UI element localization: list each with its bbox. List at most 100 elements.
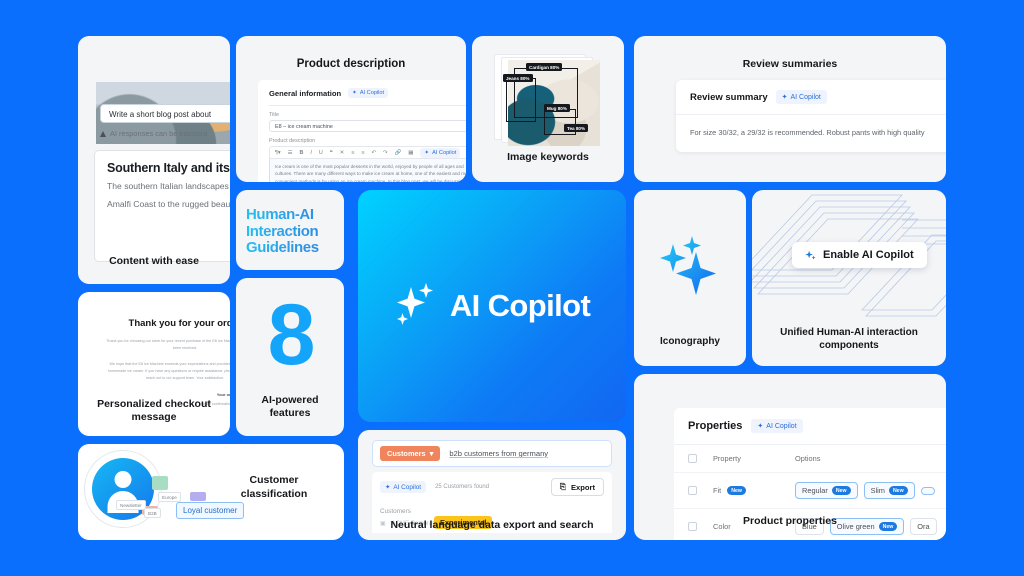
ai-copilot-chip-toolbar[interactable]: ✦ AI Copilot	[420, 147, 461, 158]
sparkle-icon	[805, 250, 816, 260]
list-label: Customers	[372, 502, 612, 518]
new-badge: New	[888, 486, 908, 495]
table-icon[interactable]: ▦	[408, 150, 413, 156]
card-iconography[interactable]: Iconography	[634, 190, 746, 366]
card-ai-copilot-hero[interactable]: AI Copilot	[358, 190, 626, 422]
ai-copilot-chip[interactable]: ✦ AI Copilot	[751, 419, 803, 433]
card-caption: Content with ease	[109, 254, 199, 267]
tag-loyal-customer[interactable]: Loyal customer	[176, 502, 245, 519]
card-caption: Personalized checkout message	[78, 398, 230, 424]
italic-icon[interactable]: I	[310, 150, 312, 156]
keyword-tag-mug: Mug 80%	[544, 104, 570, 112]
new-badge: New	[831, 486, 851, 495]
caption-line-1: AI-powered	[261, 393, 319, 406]
align-left-icon[interactable]: ≡	[351, 150, 354, 156]
card-ai-powered-features[interactable]: 8 AI-powered features	[236, 278, 344, 436]
blog-paragraph-2: Amalfi Coast to the rugged beaut	[107, 198, 230, 209]
card-caption: Review summaries	[742, 58, 838, 70]
thank-you-paragraph-2: We hope that the E8 ice Machine exceeds …	[107, 362, 230, 381]
table-header-row: Property Options	[674, 445, 946, 473]
tag-europe[interactable]: Europe	[158, 492, 181, 502]
property-cell: Fit New	[697, 486, 795, 495]
card-caption: Unified Human-AI interaction components	[752, 327, 946, 352]
card-review-summaries[interactable]: Review summaries Review summary ✦ AI Cop…	[634, 36, 946, 182]
feature-count: 8	[267, 287, 316, 383]
link-icon[interactable]: 🔗	[395, 150, 402, 156]
image-stack: Cardigan 80% Jeans 80% Mug 80% Tea 80%	[494, 54, 602, 146]
options-cell: Regular New Slim New	[795, 482, 946, 499]
card-image-keywords[interactable]: Cardigan 80% Jeans 80% Mug 80% Tea 80% I…	[472, 36, 624, 182]
ai-copilot-chip[interactable]: ✦ AI Copilot	[775, 90, 827, 104]
enable-ai-copilot-label: Enable AI Copilot	[823, 249, 914, 261]
row-checkbox[interactable]	[688, 486, 697, 495]
caption-line-1: Customer	[249, 474, 299, 486]
card-caption: Product properties	[743, 514, 837, 527]
list-icon[interactable]: ☰	[288, 150, 293, 156]
option-label: Regular	[802, 486, 828, 495]
ai-copilot-chip[interactable]: ✦ AI Copilot	[348, 88, 389, 98]
export-icon: ⎘	[559, 482, 566, 491]
card-content-with-ease[interactable]: Southern Italy and its The southern Ital…	[78, 36, 230, 284]
heading-style-icon[interactable]: ¶▾	[275, 150, 281, 156]
warning-icon	[100, 130, 106, 137]
card-caption: Product description	[296, 58, 406, 70]
description-body[interactable]: Ice cream is one of the most popular des…	[269, 159, 466, 182]
ai-disclaimer: AI responses can be inaccura	[100, 129, 207, 138]
sparkle-icon: ✦	[781, 94, 788, 101]
search-query[interactable]: b2b customers from germany	[449, 449, 548, 458]
underline-icon[interactable]: U	[319, 150, 323, 156]
sparkle-icon: ✦	[352, 90, 357, 96]
product-form-panel: General information ✦ AI Copilot Title E…	[258, 80, 466, 182]
hero-content: AI Copilot	[358, 283, 626, 329]
section-label: General information	[269, 88, 342, 98]
guidelines-line-1: Human-AI	[246, 206, 314, 223]
undo-icon[interactable]: ↶	[372, 150, 377, 156]
sparkle-icon	[396, 283, 433, 325]
select-all-checkbox[interactable]	[688, 454, 697, 463]
swatch-green	[152, 476, 168, 490]
blog-paragraph-1: The southern Italian landscapes	[107, 181, 229, 191]
review-summary-header: Review summary ✦ AI Copilot	[676, 80, 946, 115]
search-bar[interactable]: Customers ▾ b2b customers from germany	[372, 440, 612, 467]
option-chip-truncated[interactable]	[920, 486, 935, 495]
card-neutral-language-export[interactable]: Customers ▾ b2b customers from germany ✦…	[358, 430, 626, 540]
scope-selector[interactable]: Customers ▾	[380, 446, 441, 461]
caption-line-2: classification	[240, 487, 308, 500]
keyword-tag-cardigan: Cardigan 80%	[526, 63, 563, 71]
align-center-icon[interactable]: ≡	[361, 150, 364, 156]
card-customer-classification[interactable]: Newsletter Europe B2B Loyal customer Cus…	[78, 444, 344, 540]
redo-icon[interactable]: ↷	[383, 150, 388, 156]
blog-heading: Southern Italy and its	[107, 161, 230, 175]
clear-format-icon[interactable]: ✕	[340, 150, 345, 156]
blog-preview: Southern Italy and its The southern Ital…	[94, 150, 230, 262]
card-human-ai-guidelines[interactable]: Human-AI Interaction Guidelines	[236, 190, 344, 270]
keyword-tag-tea: Tea 80%	[564, 124, 589, 132]
thank-you-paragraph-1: Thank you for choosing our store for you…	[106, 339, 230, 351]
option-chip[interactable]: Slim New	[863, 482, 915, 499]
new-badge: New	[727, 486, 746, 495]
card-caption: AI-powered features	[236, 394, 344, 420]
editor-toolbar[interactable]: ¶▾ ☰ B I U ❝ ✕ ≡ ≡ ↶ ↷ 🔗 ▦ ✦ AI Copilot	[269, 146, 466, 159]
thank-you-heading: Thank you for your order	[128, 318, 230, 329]
title-input[interactable]: E8 – ice cream machine	[269, 120, 466, 132]
table-row[interactable]: Fit New Regular New Slim New	[674, 473, 946, 509]
quote-icon[interactable]: ❝	[330, 150, 333, 156]
column-header-options: Options	[795, 454, 821, 463]
ai-copilot-chip[interactable]: ✦ AI Copilot	[380, 481, 427, 493]
guidelines-title: Human-AI Interaction Guidelines	[246, 207, 338, 257]
bold-icon[interactable]: B	[299, 150, 303, 156]
card-product-description[interactable]: Product description General information …	[236, 36, 466, 182]
card-unified-components[interactable]: Enable AI Copilot Unified Human-AI inter…	[752, 190, 946, 366]
tag-b2b[interactable]: B2B	[144, 508, 161, 518]
enable-ai-copilot-button[interactable]: Enable AI Copilot	[792, 242, 927, 268]
description-label: Product description	[269, 138, 316, 144]
prompt-input[interactable]: Write a short blog post about	[100, 104, 230, 123]
card-personalized-checkout[interactable]: Thank you for your order Thank you for c…	[78, 292, 230, 436]
ai-copilot-toolbar-label: AI Copilot	[432, 149, 457, 156]
card-product-properties[interactable]: Properties ✦ AI Copilot Property Options…	[634, 374, 946, 540]
review-summary-panel: Review summary ✦ AI Copilot For size 30/…	[676, 80, 946, 152]
sparkle-icon: ✦	[424, 149, 430, 156]
export-button[interactable]: ⎘ Export	[550, 478, 604, 496]
tag-newsletter[interactable]: Newsletter	[116, 500, 146, 510]
option-chip[interactable]: Regular New	[795, 482, 858, 499]
